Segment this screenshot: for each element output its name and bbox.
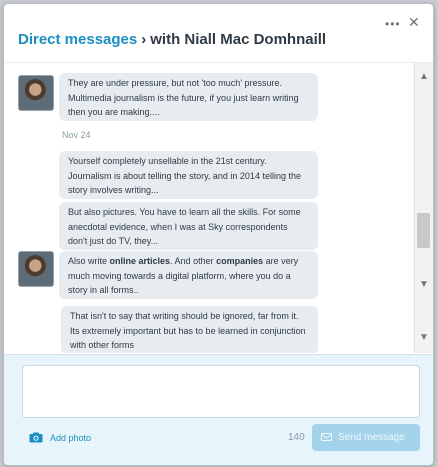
direct-messages-dialog: Direct messages › with Niall Mac Domhnaill… (3, 3, 434, 466)
date-divider: Nov 24 (62, 130, 91, 140)
message-input[interactable] (22, 365, 420, 418)
message-text: That isn't to say that writing should be… (70, 311, 306, 350)
avatar[interactable] (18, 251, 54, 287)
conversation-partner-title: with Niall Mac Domhnaill (150, 31, 327, 48)
dialog-title: Direct messages › with Niall Mac Domhnaill (18, 31, 326, 48)
add-photo-link[interactable]: Add photo (50, 433, 91, 443)
close-icon[interactable]: ✕ (408, 15, 420, 29)
avatar[interactable] (18, 75, 54, 111)
message-text: But also pictures. You have to learn all… (68, 207, 301, 246)
message-bubble: They are under pressure, but not 'too mu… (59, 73, 318, 121)
more-icon[interactable]: ••• (385, 18, 400, 30)
character-count: 140 (288, 432, 305, 443)
scroll-up-arrow-icon[interactable]: ▲ (418, 71, 430, 83)
dialog-header: Direct messages › with Niall Mac Domhnaill… (4, 4, 433, 63)
scroll-down-arrow-icon[interactable]: ▼ (418, 279, 430, 291)
title-separator: › (141, 31, 147, 48)
scroll-down-arrow-icon[interactable]: ▼ (418, 332, 430, 344)
message-text: They are under pressure, but not 'too mu… (68, 78, 299, 117)
scrollbar-thumb[interactable] (417, 213, 430, 248)
send-message-label: Send message (338, 432, 405, 443)
message-bubble: Yourself completely unsellable in the 21… (59, 151, 318, 199)
message-bubble: That isn't to say that writing should be… (61, 306, 318, 353)
conversation-thread: They are under pressure, but not 'too mu… (4, 63, 413, 353)
message-bubble: Also write online articles. And other co… (59, 251, 318, 299)
message-composer: Add photo 140 Send message (4, 354, 433, 465)
direct-messages-link[interactable]: Direct messages (18, 31, 137, 48)
message-text: Also write online articles. And other co… (68, 256, 299, 295)
message-text: Yourself completely unsellable in the 21… (68, 156, 301, 195)
send-message-button[interactable]: Send message (312, 424, 420, 451)
camera-icon[interactable] (29, 432, 43, 443)
conversation-scrollbar[interactable]: ▲ ▼ ▼ (414, 63, 433, 353)
message-bubble: But also pictures. You have to learn all… (59, 202, 318, 250)
send-message-icon (321, 433, 332, 441)
